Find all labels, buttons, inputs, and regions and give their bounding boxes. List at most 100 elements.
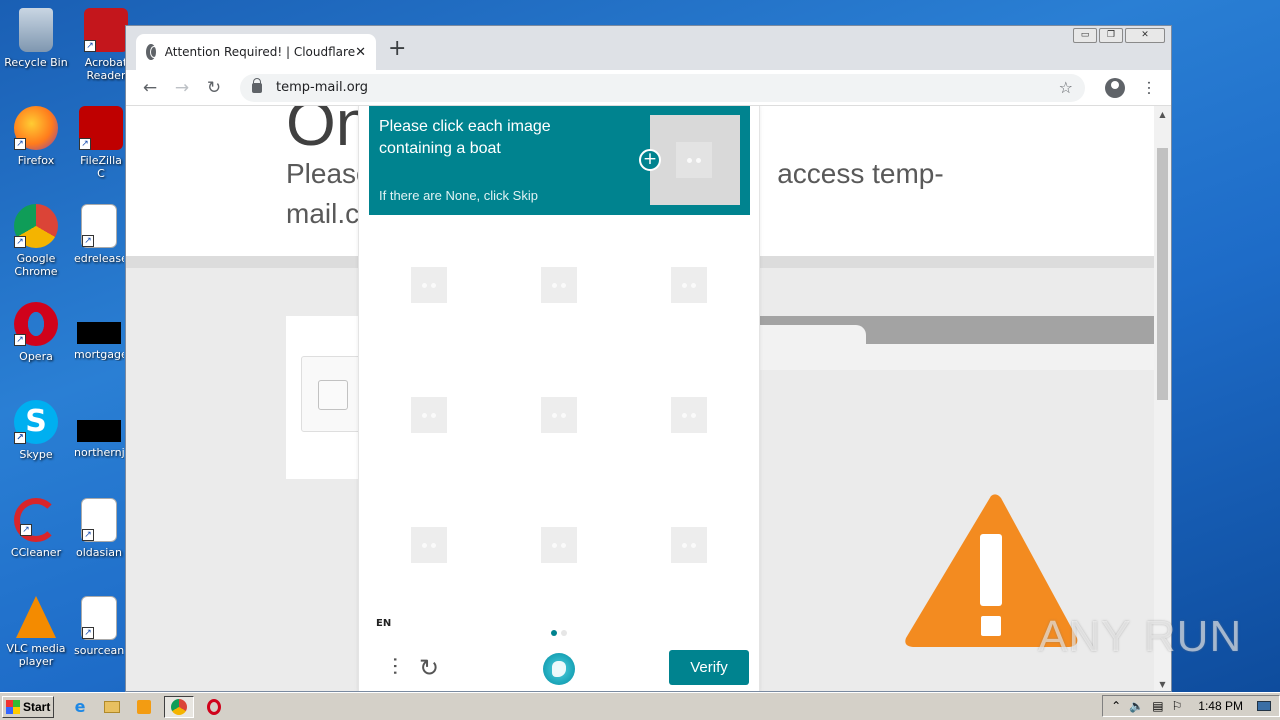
desktop-icon-oldasian[interactable]: ↗ oldasian [74, 498, 124, 559]
browser-menu-button[interactable]: ⋯ [1140, 80, 1159, 96]
desktop-icon-mortgage[interactable]: mortgage [74, 302, 124, 361]
desktop-icon-vlc[interactable]: VLC media player [1, 596, 71, 668]
forward-button[interactable]: → [168, 74, 196, 102]
tray-expand-icon[interactable]: ⌃ [1111, 699, 1121, 713]
address-bar[interactable]: temp-mail.org ☆ [240, 73, 1085, 102]
desktop-icon-edrelease[interactable]: ↗ edrelease [74, 204, 124, 265]
restore-button[interactable]: ❐ [1099, 28, 1123, 43]
captcha-tile-5[interactable] [541, 397, 577, 433]
new-tab-button[interactable]: + [388, 38, 406, 60]
captcha-menu-icon[interactable]: ⋯ [384, 656, 408, 676]
show-desktop-icon[interactable] [1257, 701, 1271, 711]
desktop-icon-ccleaner[interactable]: ↗ CCleaner [1, 498, 71, 559]
action-center-flag-icon[interactable]: ⚐ [1172, 699, 1183, 713]
bookmark-star-icon[interactable]: ☆ [1059, 78, 1073, 97]
desktop-icon-chrome[interactable]: ↗ Google Chrome [1, 204, 71, 278]
account-icon[interactable] [1105, 77, 1125, 98]
desktop-icon-label: mortgage [74, 348, 124, 361]
subheading-line2: mail.c [286, 198, 360, 229]
captcha-tile-9[interactable] [671, 527, 707, 563]
captcha-tile-7[interactable] [411, 527, 447, 563]
hcaptcha-logo-icon [543, 653, 575, 685]
page-dot [561, 630, 567, 636]
captcha-tile-2[interactable] [541, 267, 577, 303]
filezilla-icon: ↗ [79, 106, 123, 150]
desktop-icon-label: sourcean [74, 644, 124, 657]
desktop-icon-northernj[interactable]: northernj [74, 400, 124, 459]
word-document-icon: ↗ [81, 498, 117, 542]
tab-title: Attention Required! | Cloudflare [164, 45, 356, 59]
captcha-tile-3[interactable] [671, 267, 707, 303]
reload-button[interactable]: ↻ [200, 74, 228, 102]
page-indicator [551, 626, 571, 639]
page-dot-active [551, 630, 557, 636]
expand-example-icon[interactable]: + [639, 149, 661, 171]
desktop-icon-opera[interactable]: ↗ Opera [1, 302, 71, 363]
subheading-right: access temp- [777, 158, 944, 189]
close-window-button[interactable]: ✕ [1125, 28, 1165, 43]
verify-button[interactable]: Verify [669, 650, 749, 685]
hcaptcha-challenge: Please click each image containing a boa… [358, 106, 760, 691]
desktop-icon-label: Firefox [17, 154, 55, 167]
captcha-skip-hint: If there are None, click Skip [379, 188, 538, 203]
skype-icon: S ↗ [14, 400, 58, 444]
clock[interactable]: 1:48 PM [1198, 699, 1243, 713]
file-icon [77, 420, 121, 442]
ie-icon[interactable]: e [68, 696, 92, 718]
captcha-tile-6[interactable] [671, 397, 707, 433]
captcha-prompt: Please click each image containing a boa… [379, 118, 551, 157]
windows-logo-icon [6, 699, 20, 714]
minimize-button[interactable]: ▭ [1073, 28, 1097, 43]
page-scrollbar[interactable]: ▲ ▼ [1154, 106, 1171, 691]
desktop-icon-label: Recycle Bin [4, 56, 68, 69]
browser-toolbar: ← → ↻ temp-mail.org ☆ ⋯ [126, 70, 1171, 106]
captcha-tile-8[interactable] [541, 527, 577, 563]
page-viewport: On Please access temp- mail.c Please cli… [126, 106, 1171, 691]
lock-icon [252, 77, 262, 93]
captcha-tile-4[interactable] [411, 397, 447, 433]
explorer-folder-icon[interactable] [100, 696, 124, 718]
back-button[interactable]: ← [136, 74, 164, 102]
network-icon[interactable]: ▤ [1152, 699, 1163, 713]
desktop-icon-filezilla[interactable]: ↗ FileZilla C [76, 106, 126, 180]
watermark: ANY RUN [1038, 612, 1243, 661]
desktop-icon-label: Google Chrome [14, 252, 58, 278]
browser-window: Attention Required! | Cloudflare ✕ + ▭ ❐… [125, 25, 1172, 692]
chrome-taskbar-icon[interactable] [164, 695, 194, 718]
vlc-icon [16, 596, 56, 638]
desktop-icon-sourcean[interactable]: ↗ sourcean [74, 596, 124, 657]
scroll-up-arrow-icon[interactable]: ▲ [1154, 106, 1171, 123]
desktop-icon-label: VLC media player [6, 642, 66, 668]
scrollbar-thumb[interactable] [1157, 148, 1168, 400]
start-button[interactable]: Start [2, 695, 54, 718]
captcha-tile-1[interactable] [411, 267, 447, 303]
opera-taskbar-icon[interactable] [202, 696, 226, 718]
word-document-icon: ↗ [81, 596, 117, 640]
tab-strip: Attention Required! | Cloudflare ✕ + ▭ ❐… [126, 26, 1171, 70]
desktop-icon-label: northernj [74, 446, 124, 459]
recycle-bin-icon [19, 8, 53, 52]
browser-tab[interactable]: Attention Required! | Cloudflare ✕ [136, 34, 376, 70]
globe-icon [146, 44, 158, 60]
desktop-icon-label: oldasian [75, 546, 122, 559]
desktop-icon-skype[interactable]: S ↗ Skype [1, 400, 71, 461]
scroll-down-arrow-icon[interactable]: ▼ [1154, 676, 1171, 691]
start-label: Start [23, 699, 51, 714]
media-player-icon[interactable] [132, 696, 156, 718]
desktop-icon-firefox[interactable]: ↗ Firefox [1, 106, 71, 167]
desktop-icon-recycle-bin[interactable]: Recycle Bin [1, 8, 71, 69]
volume-icon[interactable]: 🔈 [1129, 699, 1144, 713]
window-controls: ▭ ❐ ✕ [1073, 28, 1165, 43]
desktop-icon-label: edrelease [74, 252, 124, 265]
desktop-icon-label: CCleaner [10, 546, 62, 559]
word-document-icon: ↗ [81, 204, 117, 248]
system-tray: ⌃ 🔈 ▤ ⚐ 1:48 PM [1102, 695, 1280, 717]
challenge-checkbox[interactable] [318, 380, 348, 410]
url-text[interactable]: temp-mail.org [276, 80, 1059, 95]
acrobat-icon: ↗ [84, 8, 128, 52]
captcha-example-image [650, 115, 740, 205]
refresh-icon[interactable]: ↻ [419, 654, 439, 682]
tab-close-button[interactable]: ✕ [355, 45, 366, 60]
image-loading-placeholder [676, 142, 712, 178]
language-selector[interactable]: EN [376, 618, 391, 629]
